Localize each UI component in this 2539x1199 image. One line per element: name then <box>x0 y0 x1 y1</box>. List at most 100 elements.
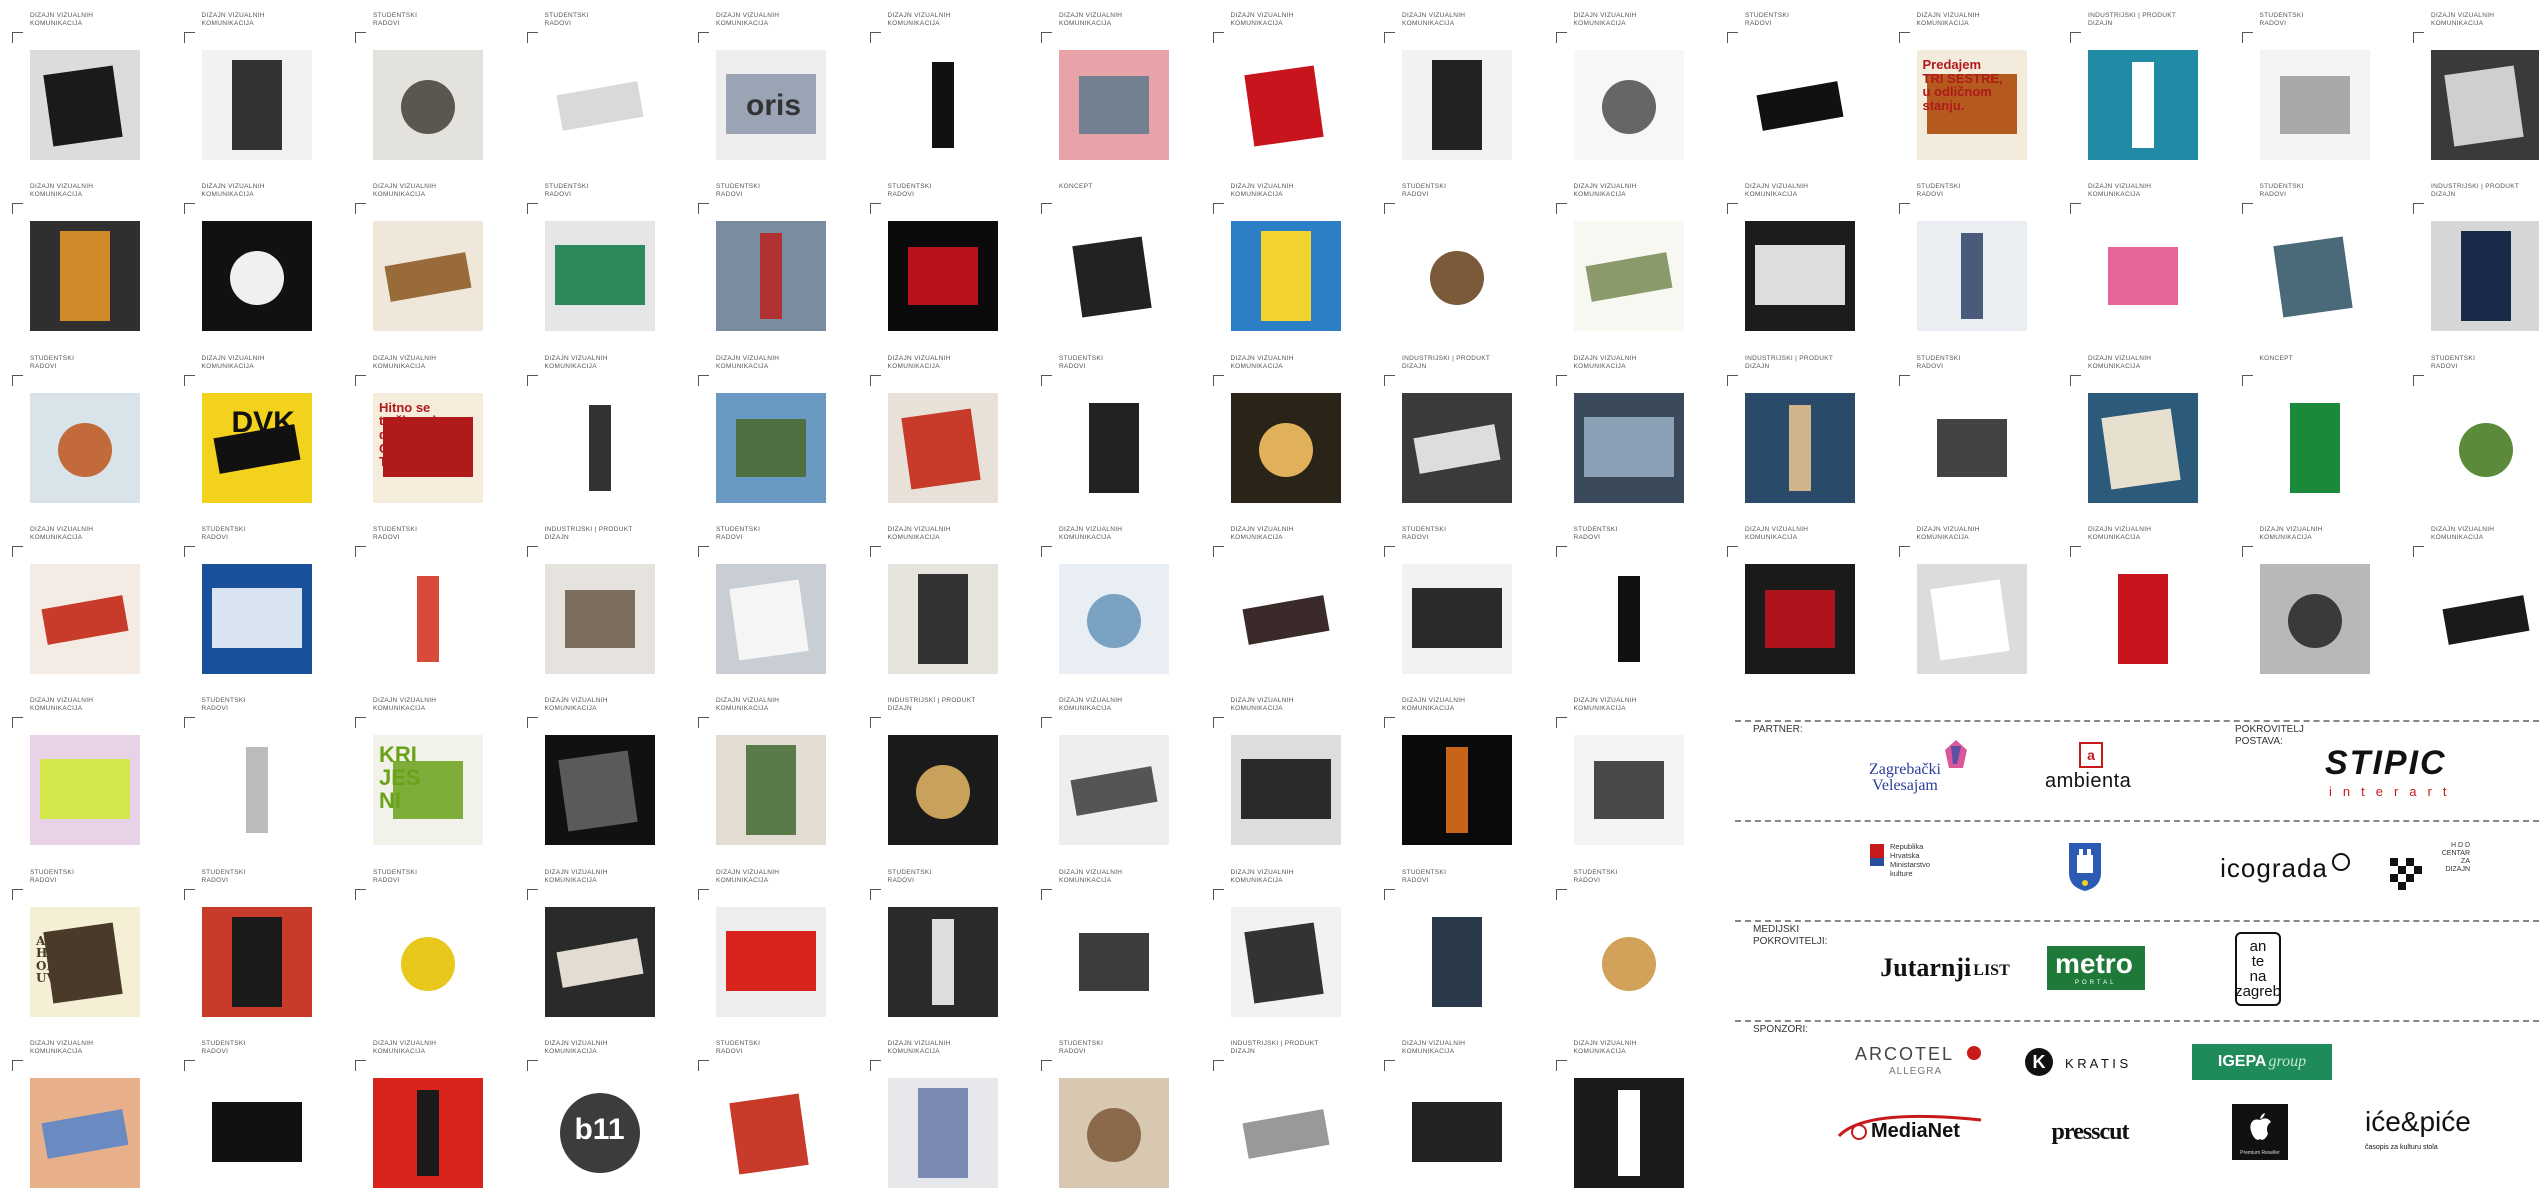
project-tile[interactable]: STUDENTSKI RADOVI <box>686 514 857 685</box>
antena-zagreb-logo[interactable]: an te na zagreb <box>2235 932 2281 1006</box>
project-tile[interactable]: INDUSTRIJSKI | PRODUKT DIZAJN <box>515 514 686 685</box>
project-tile[interactable]: STUDENTSKI RADOVI <box>172 1028 343 1199</box>
project-tile[interactable]: DIZAJN VIZUALNIH KOMUNIKACIJA oris <box>686 0 857 171</box>
project-thumbnail[interactable] <box>716 392 826 503</box>
project-thumbnail[interactable] <box>544 50 655 160</box>
hdd-centar-za-dizajn-logo[interactable]: H D D CENTAR ZA DIZAJN <box>2390 842 2470 898</box>
project-tile[interactable]: DIZAJN VIZUALNIH KOMUNIKACIJA b11 <box>515 1028 686 1199</box>
project-tile[interactable]: STUDENTSKI RADOVI <box>515 171 686 342</box>
project-tile[interactable]: INDUSTRIJSKI | PRODUKT DIZAJN <box>858 685 1029 856</box>
project-thumbnail[interactable] <box>1402 221 1512 332</box>
project-thumbnail[interactable] <box>1230 221 1341 332</box>
project-thumbnail[interactable] <box>544 735 655 846</box>
project-thumbnail[interactable] <box>373 906 483 1017</box>
project-thumbnail[interactable] <box>1402 906 1512 1017</box>
project-tile[interactable]: INDUSTRIJSKI | PRODUKT DIZAJN <box>1201 1028 1372 1199</box>
project-thumbnail[interactable] <box>1402 392 1512 503</box>
project-tile[interactable]: DIZAJN VIZUALNIH KOMUNIKACIJA <box>0 1028 171 1199</box>
project-thumbnail[interactable] <box>201 50 312 160</box>
project-thumbnail[interactable] <box>201 563 312 674</box>
arcotel-allegra-logo[interactable]: ARCOTEL ALLEGRA <box>1855 1044 1985 1084</box>
project-tile[interactable]: DIZAJN VIZUALNIH KOMUNIKACIJA <box>1029 857 1200 1028</box>
project-thumbnail[interactable] <box>201 1077 312 1188</box>
project-thumbnail[interactable] <box>544 563 655 674</box>
project-thumbnail[interactable] <box>887 735 998 846</box>
project-tile[interactable]: DIZAJN VIZUALNIH KOMUNIKACIJA <box>343 1028 514 1199</box>
project-thumbnail[interactable] <box>1230 1077 1341 1188</box>
project-thumbnail[interactable] <box>1573 906 1684 1017</box>
medianet-logo[interactable]: MediaNet <box>1835 1110 1995 1150</box>
project-thumbnail[interactable] <box>1402 735 1512 846</box>
project-thumbnail[interactable] <box>1573 563 1684 674</box>
project-thumbnail[interactable] <box>1573 392 1684 503</box>
project-tile[interactable]: DIZAJN VIZUALNIH KOMUNIKACIJA <box>858 343 1029 514</box>
project-thumbnail[interactable]: ABCDEFG HIJKLMN OPQRST UVWXYZ <box>30 906 140 1017</box>
project-thumbnail[interactable] <box>716 735 826 846</box>
project-tile[interactable]: STUDENTSKI RADOVI <box>1544 514 1715 685</box>
project-thumbnail[interactable] <box>1059 221 1169 332</box>
project-thumbnail[interactable] <box>1059 50 1169 160</box>
project-thumbnail[interactable] <box>716 906 826 1017</box>
project-tile[interactable]: STUDENTSKI RADOVI <box>858 857 1029 1028</box>
project-tile[interactable]: DIZAJN VIZUALNIH KOMUNIKACIJA <box>1201 857 1372 1028</box>
stipic-interart-logo[interactable]: STIPIC interart <box>2325 744 2505 804</box>
project-thumbnail[interactable] <box>544 906 655 1017</box>
project-thumbnail[interactable] <box>716 563 826 674</box>
project-tile[interactable]: STUDENTSKI RADOVI <box>858 171 1029 342</box>
project-thumbnail[interactable] <box>201 735 312 846</box>
project-tile[interactable]: DIZAJN VIZUALNIH KOMUNIKACIJA <box>1029 514 1200 685</box>
icograda-logo[interactable]: icograda <box>2205 850 2365 886</box>
project-thumbnail[interactable] <box>373 50 483 160</box>
project-tile[interactable]: STUDENTSKI RADOVI <box>1372 857 1543 1028</box>
project-tile[interactable]: DIZAJN VIZUALNIH KOMUNIKACIJA <box>1544 343 1715 514</box>
project-tile[interactable]: DIZAJN VIZUALNIH KOMUNIKACIJA <box>0 514 171 685</box>
project-thumbnail[interactable] <box>544 392 655 503</box>
project-thumbnail[interactable] <box>1573 50 1684 160</box>
project-tile[interactable]: DIZAJN VIZUALNIH KOMUNIKACIJA <box>686 857 857 1028</box>
project-thumbnail[interactable] <box>1059 735 1169 846</box>
project-thumbnail[interactable]: Hitno se traži novi dom za OLIVERA TWIST… <box>373 392 483 503</box>
project-tile[interactable]: DIZAJN VIZUALNIH KOMUNIKACIJA <box>1201 171 1372 342</box>
zagreb-coat-of-arms-logo[interactable] <box>2065 838 2105 894</box>
project-tile[interactable]: DIZAJN VIZUALNIH KOMUNIKACIJA <box>515 857 686 1028</box>
project-tile[interactable]: DIZAJN VIZUALNIH KOMUNIKACIJA <box>0 171 171 342</box>
project-tile[interactable]: DIZAJN VIZUALNIH KOMUNIKACIJA <box>343 171 514 342</box>
zagrebacki-velesajam-logo[interactable]: Zagrebački Velesajam <box>1845 738 1985 802</box>
project-thumbnail[interactable] <box>1230 50 1341 160</box>
project-tile[interactable]: STUDENTSKI RADOVI <box>1029 343 1200 514</box>
project-thumbnail[interactable] <box>1059 906 1169 1017</box>
project-thumbnail[interactable]: oris <box>716 50 826 160</box>
project-tile[interactable]: DIZAJN VIZUALNIH KOMUNIKACIJA <box>1201 343 1372 514</box>
ice-pice-logo[interactable]: iće&piće časopis za kulturu stola <box>2349 1106 2509 1158</box>
project-tile[interactable]: DIZAJN VIZUALNIH KOMUNIKACIJA <box>1544 685 1715 856</box>
jutarnji-list-logo[interactable]: Jutarnji LIST <box>1845 948 2045 988</box>
project-thumbnail[interactable] <box>887 1077 998 1188</box>
project-thumbnail[interactable] <box>201 906 312 1017</box>
project-thumbnail[interactable] <box>201 221 312 332</box>
project-tile[interactable]: STUDENTSKI RADOVI <box>0 343 171 514</box>
metro-portal-logo[interactable]: metro PORTAL <box>2047 946 2145 990</box>
project-thumbnail[interactable]: KRI JES NI <box>373 735 483 846</box>
project-thumbnail[interactable] <box>1230 906 1341 1017</box>
project-thumbnail[interactable] <box>1402 50 1512 160</box>
project-tile[interactable]: DIZAJN VIZUALNIH KOMUNIKACIJA <box>858 1028 1029 1199</box>
project-tile[interactable]: DIZAJN VIZUALNIH KOMUNIKACIJA <box>1372 1028 1543 1199</box>
project-thumbnail[interactable] <box>1402 563 1512 674</box>
project-thumbnail[interactable] <box>30 392 140 503</box>
project-tile[interactable]: STUDENTSKI RADOVI <box>343 857 514 1028</box>
project-tile[interactable]: DIZAJN VIZUALNIH KOMUNIKACIJA <box>1544 0 1715 171</box>
project-thumbnail[interactable] <box>1573 1077 1684 1188</box>
igepa-group-logo[interactable]: IGEPA group <box>2192 1044 2332 1080</box>
project-tile[interactable]: INDUSTRIJSKI | PRODUKT DIZAJN <box>1372 343 1543 514</box>
project-thumbnail[interactable] <box>1059 1077 1169 1188</box>
project-thumbnail[interactable] <box>373 1077 483 1188</box>
project-tile[interactable]: DIZAJN VIZUALNIH KOMUNIKACIJA <box>172 0 343 171</box>
ministarstvo-kulture-logo[interactable]: Republika Hrvatska Ministarstvo kulture <box>1870 840 1980 900</box>
project-thumbnail[interactable] <box>1230 392 1341 503</box>
project-tile[interactable]: STUDENTSKI RADOVI <box>1372 514 1543 685</box>
project-thumbnail[interactable] <box>1402 1077 1512 1188</box>
project-tile[interactable]: STUDENTSKI RADOVI <box>686 171 857 342</box>
project-tile[interactable]: DIZAJN VIZUALNIH KOMUNIKACIJA <box>1029 0 1200 171</box>
project-thumbnail[interactable] <box>1059 392 1169 503</box>
project-thumbnail[interactable] <box>30 735 140 846</box>
